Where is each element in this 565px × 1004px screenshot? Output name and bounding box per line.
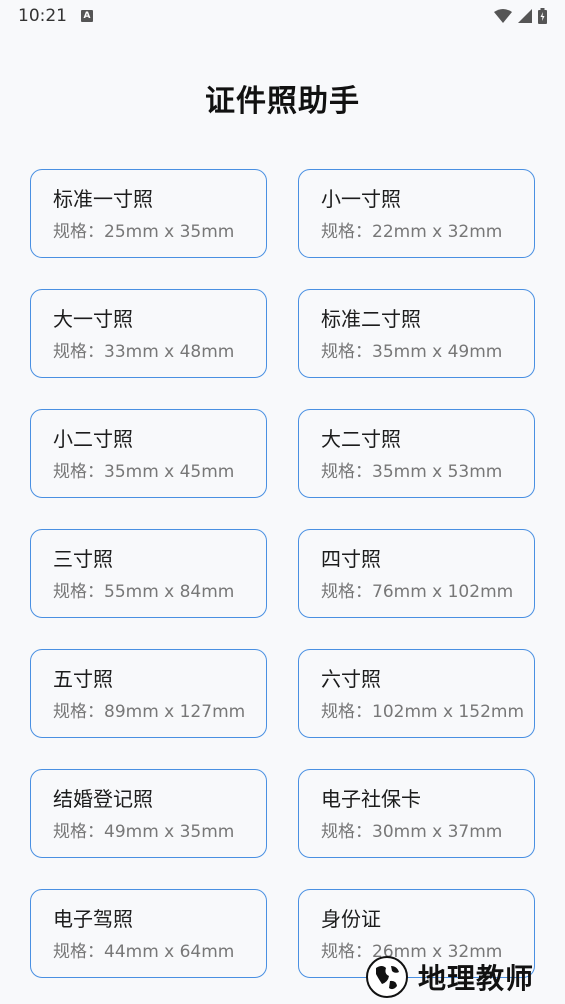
photo-type-card[interactable]: 电子驾照规格：44mm x 64mm [30,889,267,978]
card-name: 结婚登记照 [53,787,153,811]
card-name: 四寸照 [321,547,381,571]
card-spec: 规格：25mm x 35mm [53,222,235,242]
card-spec: 规格：35mm x 45mm [53,462,235,482]
wifi-icon [494,9,512,23]
card-name: 电子社保卡 [321,787,421,811]
card-spec: 规格：89mm x 127mm [53,702,246,722]
photo-type-card[interactable]: 电子社保卡规格：30mm x 37mm [298,769,535,858]
photo-type-card[interactable]: 小二寸照规格：35mm x 45mm [30,409,267,498]
battery-icon [538,8,547,24]
watermark: 地理教师 [364,950,564,1004]
status-time: 10:21 [18,6,67,26]
photo-type-card[interactable]: 大二寸照规格：35mm x 53mm [298,409,535,498]
card-name: 大一寸照 [53,307,133,331]
card-name: 三寸照 [53,547,113,571]
card-spec: 规格：76mm x 102mm [321,582,514,602]
card-name: 标准一寸照 [53,187,153,211]
globe-logo-icon [366,956,408,998]
photo-type-card[interactable]: 五寸照规格：89mm x 127mm [30,649,267,738]
card-spec: 规格：35mm x 53mm [321,462,503,482]
page-title: 证件照助手 [205,84,360,119]
photo-type-card[interactable]: 四寸照规格：76mm x 102mm [298,529,535,618]
card-name: 五寸照 [53,667,113,691]
photo-type-card[interactable]: 标准一寸照规格：25mm x 35mm [30,169,267,258]
card-spec: 规格：30mm x 37mm [321,822,503,842]
card-spec: 规格：44mm x 64mm [53,942,235,962]
status-right [494,8,547,24]
status-bar: 10:21 A [0,0,565,32]
photo-type-card[interactable]: 结婚登记照规格：49mm x 35mm [30,769,267,858]
card-spec: 规格：22mm x 32mm [321,222,503,242]
card-name: 六寸照 [321,667,381,691]
photo-type-grid: 标准一寸照规格：25mm x 35mm 小一寸照规格：22mm x 32mm 大一寸… [30,169,535,978]
card-name: 身份证 [321,907,381,931]
card-name: 大二寸照 [321,427,401,451]
photo-type-card[interactable]: 六寸照规格：102mm x 152mm [298,649,535,738]
watermark-text: 地理教师 [418,962,535,995]
card-name: 标准二寸照 [321,307,421,331]
card-spec: 规格：49mm x 35mm [53,822,235,842]
card-spec: 规格：102mm x 152mm [321,702,525,722]
card-spec: 规格：55mm x 84mm [53,582,235,602]
card-name: 电子驾照 [53,907,133,931]
photo-type-card[interactable]: 标准二寸照规格：35mm x 49mm [298,289,535,378]
a-icon: A [81,10,93,22]
photo-type-card[interactable]: 大一寸照规格：33mm x 48mm [30,289,267,378]
card-spec: 规格：35mm x 49mm [321,342,503,362]
signal-icon [518,9,532,23]
card-spec: 规格：33mm x 48mm [53,342,235,362]
card-name: 小一寸照 [321,187,401,211]
photo-type-card[interactable]: 三寸照规格：55mm x 84mm [30,529,267,618]
status-left: 10:21 A [18,6,93,26]
photo-type-card[interactable]: 小一寸照规格：22mm x 32mm [298,169,535,258]
card-name: 小二寸照 [53,427,133,451]
